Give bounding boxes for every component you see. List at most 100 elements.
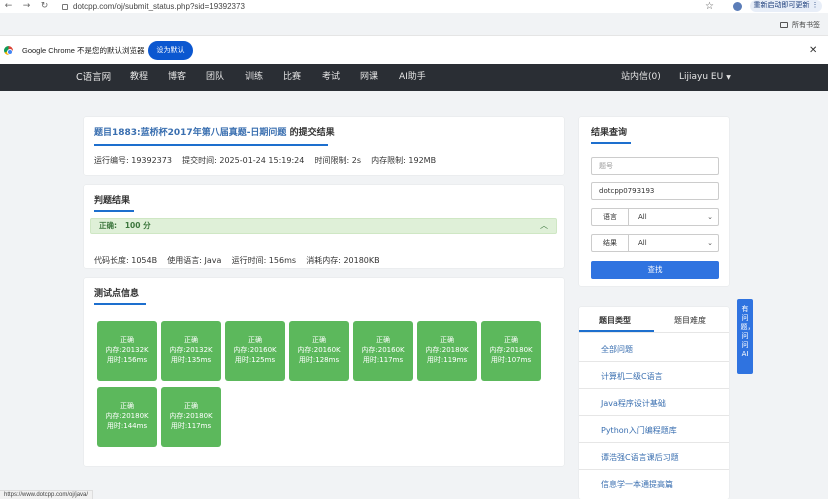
test-point-status: 正确 bbox=[120, 402, 134, 410]
tab-problem-type[interactable]: 题目类型 bbox=[599, 315, 631, 326]
category-item[interactable]: 谭浩强C语言课后习题 bbox=[601, 452, 679, 463]
category-item[interactable]: 全部问题 bbox=[601, 344, 633, 355]
ask-ai-float-button[interactable]: 有问题，问问AI bbox=[737, 299, 755, 374]
language-value: All bbox=[638, 213, 647, 221]
nav-item-exam[interactable]: 考试 bbox=[322, 64, 340, 91]
result-select[interactable]: 结果 All ⌄ bbox=[591, 234, 719, 252]
test-point-memory: 内存:20160K bbox=[361, 346, 405, 354]
test-point-status: 正确 bbox=[184, 402, 198, 410]
judge-underline bbox=[94, 210, 134, 212]
tests-title: 测试点信息 bbox=[94, 289, 140, 299]
user-name: Lijiayu EU bbox=[679, 72, 724, 82]
divider bbox=[579, 442, 729, 443]
problem-link[interactable]: 题目1883:蓝桥杯2017年第八届真题-日期问题 bbox=[94, 128, 286, 138]
forward-icon[interactable]: → bbox=[20, 0, 33, 13]
test-point-time: 用时:119ms bbox=[426, 356, 468, 364]
test-point-status: 正确 bbox=[440, 336, 454, 344]
nav-item-training[interactable]: 训练 bbox=[245, 64, 263, 91]
test-point-tile: 正确 内存:20180K 用时:107ms bbox=[481, 321, 541, 381]
site-info-icon[interactable] bbox=[62, 3, 68, 10]
test-point-tile: 正确 内存:20132K 用时:156ms bbox=[97, 321, 157, 381]
test-point-tile: 正确内存:20160K 用时:117ms bbox=[353, 321, 413, 381]
divider bbox=[579, 469, 729, 470]
test-point-tile: 正确内存:20132K 用时:135ms bbox=[161, 321, 221, 381]
category-item[interactable]: 计算机二级C语言 bbox=[601, 371, 663, 382]
test-point-tile: 正确 内存:20160K 用时:128ms bbox=[289, 321, 349, 381]
language-select[interactable]: 语言 All ⌄ bbox=[591, 208, 719, 226]
test-point-memory: 内存:20132K bbox=[169, 346, 213, 354]
chevron-up-icon[interactable]: ︿ bbox=[540, 219, 548, 233]
test-point-status: 正确 bbox=[376, 336, 390, 344]
bookmark-star-icon[interactable]: ☆ bbox=[705, 0, 714, 13]
tab-problem-difficulty[interactable]: 题目难度 bbox=[674, 315, 706, 326]
nav-item-tutorial[interactable]: 教程 bbox=[130, 64, 148, 91]
query-title: 结果查询 bbox=[591, 128, 628, 138]
test-points-card: 测试点信息 正确 内存:20132K 用时:156ms 正确 内存:20132K 用时:1… bbox=[84, 278, 564, 466]
category-item[interactable]: Python入门编程题库 bbox=[601, 425, 677, 436]
query-card: 结果查询 题号 dotcpp0793193 语言 All ⌄ 结果 All ⌄ … bbox=[579, 117, 729, 286]
category-item[interactable]: Java程序设计基础 bbox=[601, 398, 666, 409]
site-navbar: C语言网 教程 博客 团队 训练 比赛 考试 网课 AI助手 站内信(0) Li… bbox=[0, 64, 828, 91]
nav-item-course[interactable]: 网课 bbox=[360, 64, 378, 91]
test-point-time: 用时:128ms bbox=[298, 356, 340, 364]
judge-result-card: 判题结果 正确: 100 分 ︿ 代码长度: 1054B 使用语言: Java … bbox=[84, 185, 564, 268]
categories-card: 题目类型 题目难度 全部问题 计算机二级C语言 Java程序设计基础 Pytho… bbox=[579, 307, 729, 499]
nav-item-ai[interactable]: AI助手 bbox=[399, 64, 426, 91]
divider bbox=[579, 388, 729, 389]
close-icon[interactable]: ✕ bbox=[809, 36, 817, 65]
nav-messages[interactable]: 站内信(0) bbox=[621, 64, 661, 91]
infobar-message: Google Chrome 不是您的默认浏览器 bbox=[22, 46, 145, 55]
caret-down-icon: ▼ bbox=[726, 74, 731, 81]
divider bbox=[579, 332, 729, 333]
test-point-memory: 内存:20180K bbox=[425, 346, 469, 354]
site-brand[interactable]: C语言网 bbox=[76, 64, 111, 91]
category-item[interactable]: 信息学一本通提高篇 bbox=[601, 479, 673, 490]
test-point-time: 用时:135ms bbox=[170, 356, 212, 364]
test-point-tile: 正确 内存:20160K 用时:125ms bbox=[225, 321, 285, 381]
chevron-down-icon: ⌄ bbox=[707, 213, 713, 221]
test-point-status: 正确 bbox=[248, 336, 262, 344]
test-point-time: 用时:156ms bbox=[106, 356, 148, 364]
result-banner[interactable]: 正确: 100 分 ︿ bbox=[90, 218, 557, 234]
user-menu[interactable]: Lijiayu EU ▼ bbox=[679, 64, 731, 91]
test-point-status: 正确 bbox=[184, 336, 198, 344]
all-bookmarks[interactable]: 所有书签 bbox=[780, 20, 820, 30]
default-browser-infobar: Google Chrome 不是您的默认浏览器 设为默认 ✕ bbox=[0, 35, 828, 64]
search-button[interactable]: 查找 bbox=[591, 261, 719, 279]
update-button[interactable]: 重新启动即可更新 ⋮ bbox=[750, 0, 822, 12]
test-point-status: 正确 bbox=[120, 336, 134, 344]
set-default-button[interactable]: 设为默认 bbox=[148, 41, 193, 60]
test-point-status: 正确 bbox=[504, 336, 518, 344]
nav-item-blog[interactable]: 博客 bbox=[168, 64, 186, 91]
submission-card: 题目1883:蓝桥杯2017年第八届真题-日期问题 的提交结果 运行编号: 19… bbox=[84, 117, 564, 175]
url-text: dotcpp.com/oj/submit_status.php?sid=1939… bbox=[73, 2, 245, 11]
test-point-memory: 内存:20180K bbox=[105, 412, 149, 420]
test-point-memory: 内存:20180K bbox=[169, 412, 213, 420]
reload-icon[interactable]: ↻ bbox=[38, 0, 51, 13]
user-id-input[interactable]: dotcpp0793193 bbox=[591, 182, 719, 200]
ask-ai-label: 有问题，问问AI bbox=[740, 305, 755, 358]
status-bar-url: https://www.dotcpp.com/oj/java/ bbox=[0, 490, 94, 499]
bookmarks-label: 所有书签 bbox=[792, 22, 820, 29]
title-suffix: 的提交结果 bbox=[289, 128, 335, 138]
judge-stats: 代码长度: 1054B 使用语言: Java 运行时间: 156ms 消耗内存:… bbox=[94, 256, 380, 265]
result-value: All bbox=[638, 239, 647, 247]
judge-title: 判题结果 bbox=[94, 196, 131, 206]
folder-icon bbox=[780, 22, 788, 29]
test-point-tile: 正确内存:20180K 用时:119ms bbox=[417, 321, 477, 381]
query-underline bbox=[591, 142, 631, 144]
nav-item-contest[interactable]: 比赛 bbox=[283, 64, 301, 91]
test-point-time: 用时:117ms bbox=[362, 356, 404, 364]
back-icon[interactable]: ← bbox=[2, 0, 15, 13]
language-label: 语言 bbox=[592, 209, 629, 225]
test-point-memory: 内存:20160K bbox=[233, 346, 277, 354]
address-bar[interactable]: dotcpp.com/oj/submit_status.php?sid=1939… bbox=[62, 0, 245, 13]
problem-id-input[interactable]: 题号 bbox=[591, 157, 719, 175]
test-point-status: 正确 bbox=[312, 336, 326, 344]
test-point-time: 用时:144ms bbox=[106, 422, 148, 430]
submission-meta: 运行编号: 19392373 提交时间: 2025-01-24 15:19:24… bbox=[94, 156, 437, 165]
profile-avatar[interactable] bbox=[733, 2, 742, 11]
divider bbox=[579, 415, 729, 416]
nav-item-team[interactable]: 团队 bbox=[206, 64, 224, 91]
test-point-time: 用时:117ms bbox=[170, 422, 212, 430]
